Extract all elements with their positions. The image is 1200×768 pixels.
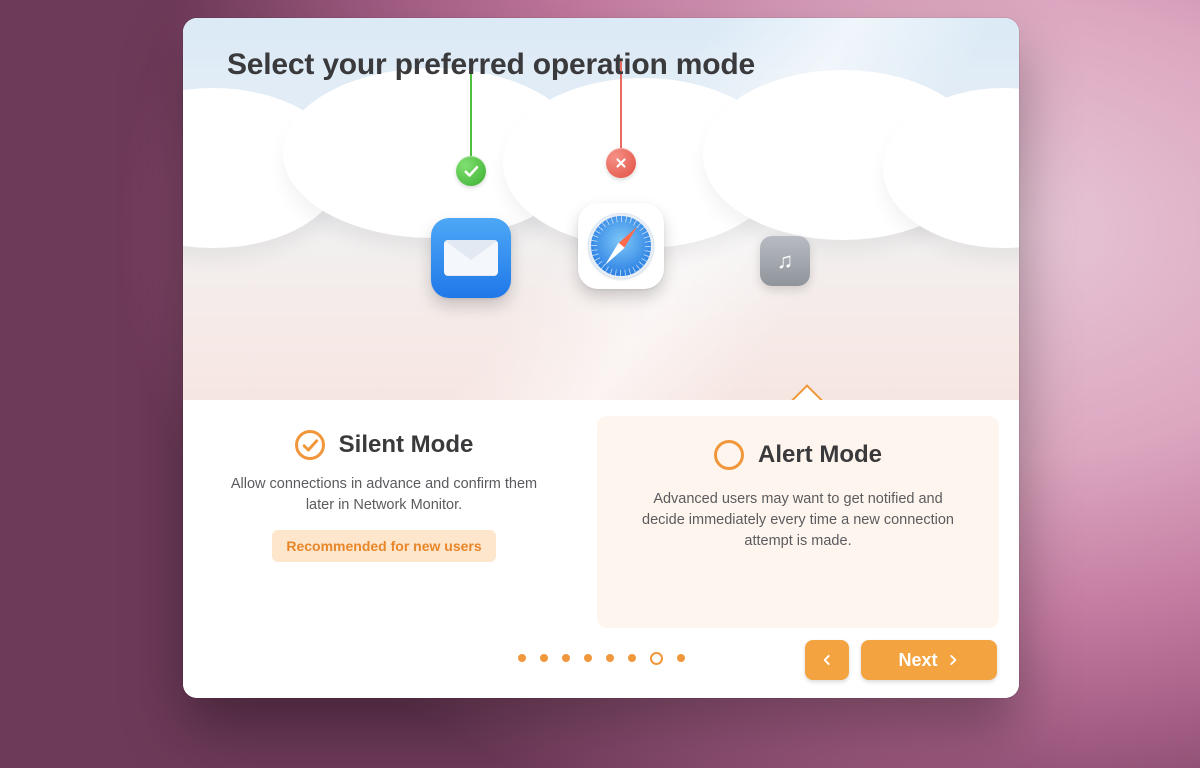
- check-icon: [456, 156, 486, 186]
- option-silent-mode[interactable]: Silent Mode Allow connections in advance…: [183, 400, 585, 698]
- nav-buttons: Next: [805, 640, 997, 680]
- option-silent-description: Allow connections in advance and confirm…: [219, 474, 549, 516]
- chevron-left-icon: [820, 651, 834, 669]
- pager-dot-current[interactable]: [650, 652, 663, 665]
- radio-unselected-icon: [714, 440, 744, 470]
- music-icon: ♫: [760, 236, 810, 286]
- mail-icon: [431, 218, 511, 298]
- pager-dot[interactable]: [518, 654, 526, 662]
- pager-dot[interactable]: [628, 654, 636, 662]
- back-button[interactable]: [805, 640, 849, 680]
- x-icon: [606, 148, 636, 178]
- pager-dot[interactable]: [584, 654, 592, 662]
- option-alert-title: Alert Mode: [758, 441, 882, 469]
- pager-dot[interactable]: [677, 654, 685, 662]
- option-silent-title: Silent Mode: [339, 431, 474, 459]
- onboarding-dialog: Select your preferred operation mode: [183, 18, 1019, 698]
- option-alert-description: Advanced users may want to get notified …: [633, 489, 963, 552]
- safari-icon: [578, 203, 664, 289]
- illustration-apps: ♫: [183, 118, 1019, 398]
- radio-selected-icon: [295, 430, 325, 460]
- next-button-label: Next: [898, 650, 937, 671]
- page-title: Select your preferred operation mode: [227, 48, 755, 82]
- chevron-right-icon: [946, 651, 960, 669]
- next-button[interactable]: Next: [861, 640, 997, 680]
- recommended-badge: Recommended for new users: [272, 530, 495, 562]
- pager-dot[interactable]: [540, 654, 548, 662]
- pager-dot[interactable]: [562, 654, 570, 662]
- option-alert-mode[interactable]: Alert Mode Advanced users may want to ge…: [597, 416, 999, 628]
- pager-dot[interactable]: [606, 654, 614, 662]
